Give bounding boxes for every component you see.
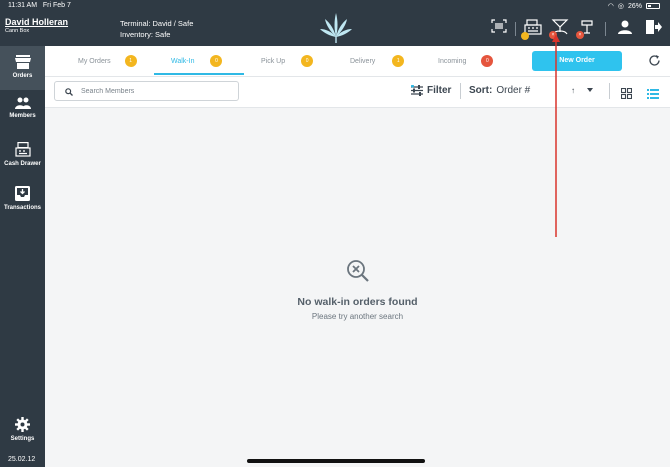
home-indicator xyxy=(247,459,425,463)
annotation-arrow xyxy=(552,34,560,237)
